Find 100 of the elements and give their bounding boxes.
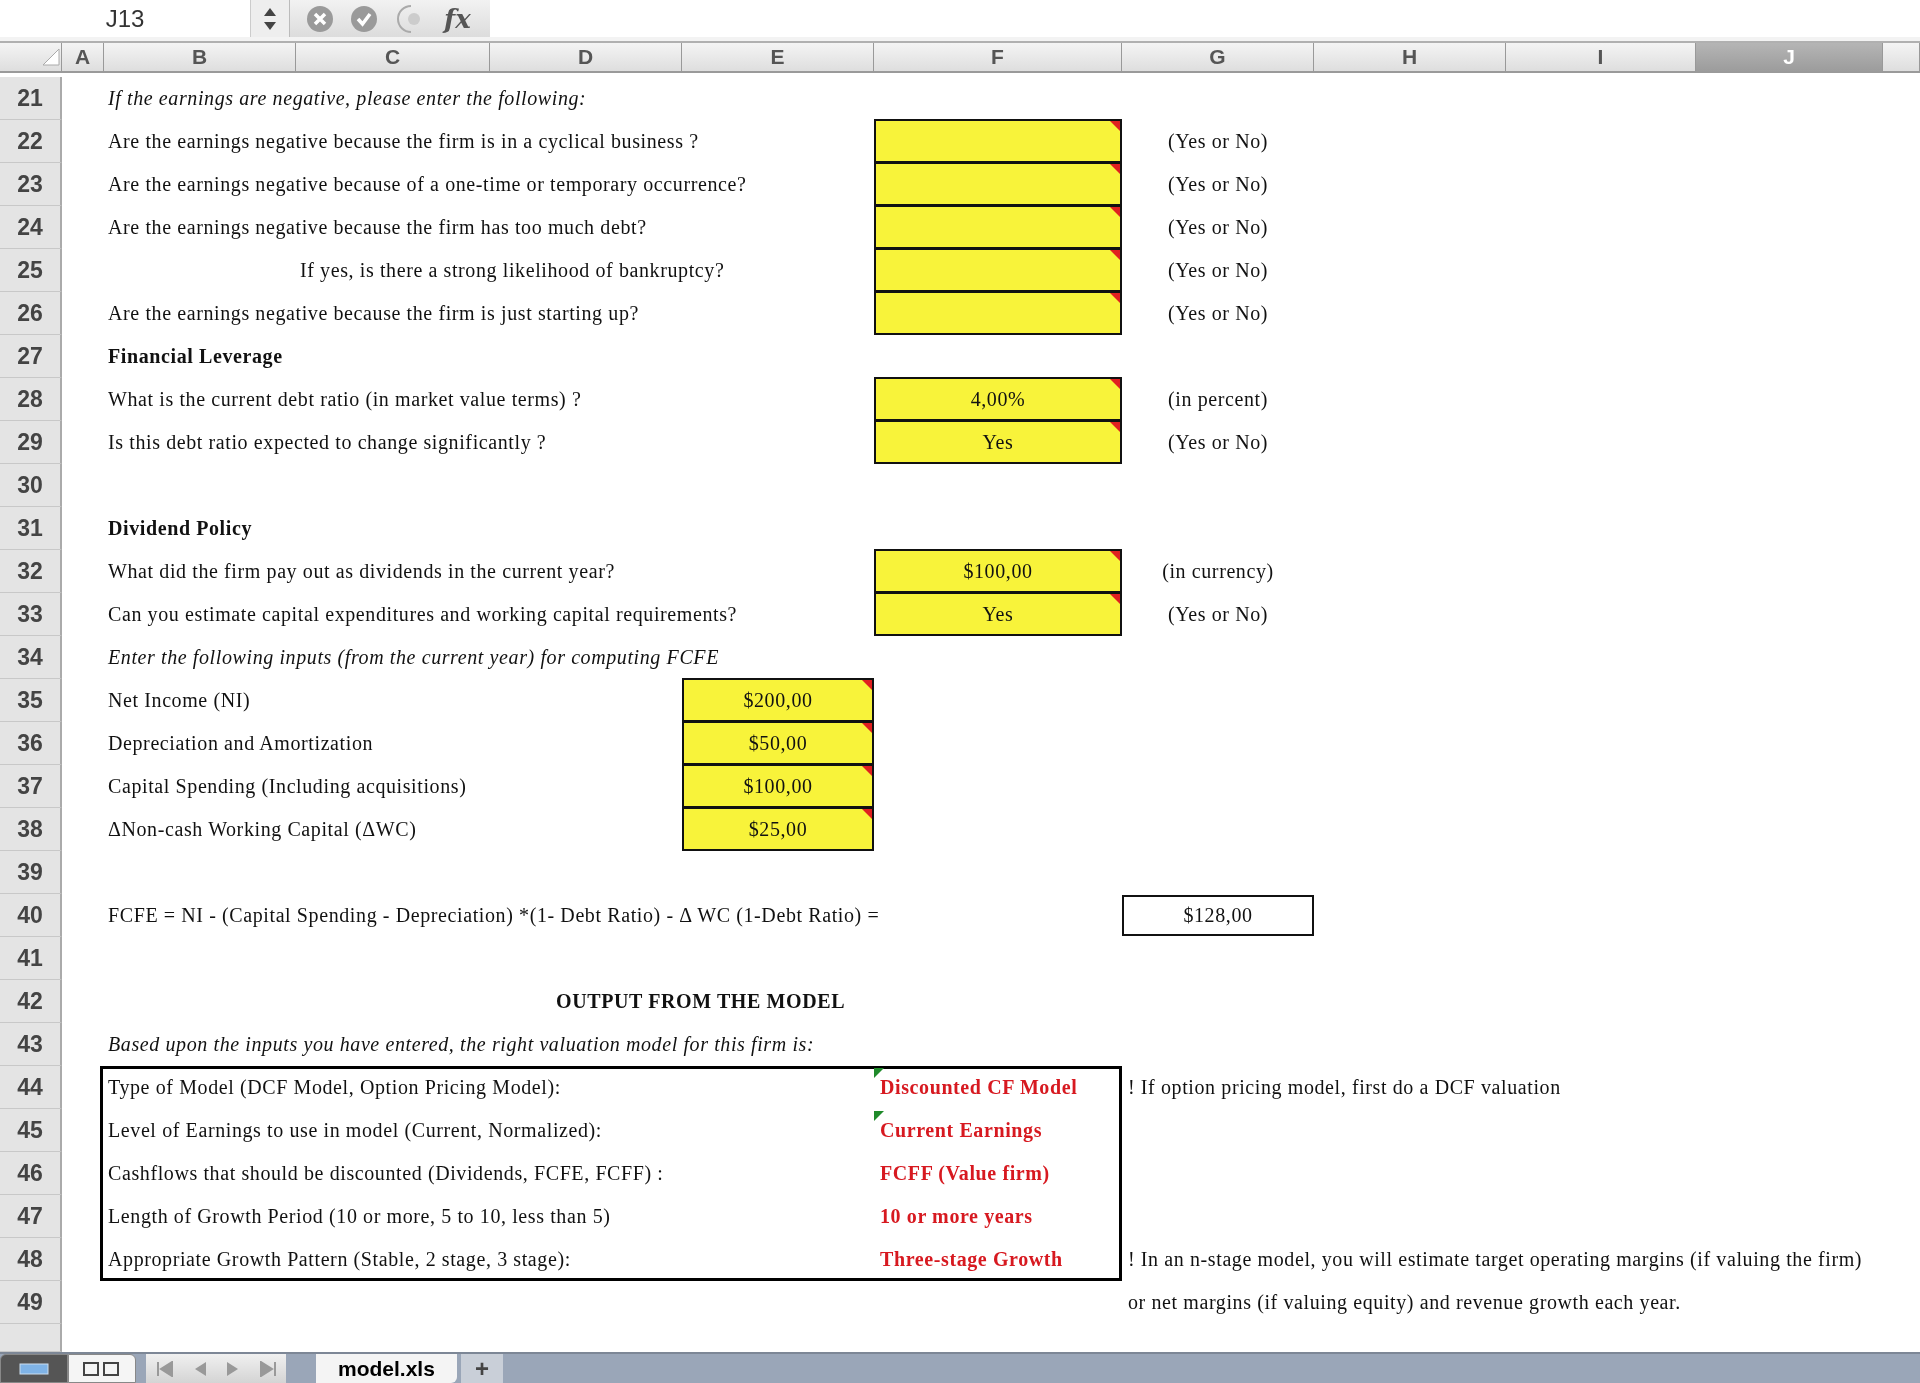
select-all-corner[interactable] [0, 43, 62, 73]
row-header[interactable] [0, 1324, 62, 1352]
page-layout-button[interactable] [68, 1354, 136, 1383]
input-cell[interactable]: $200,00 [682, 678, 874, 722]
column-header[interactable]: D [490, 43, 682, 73]
input-cell[interactable] [874, 291, 1122, 335]
normal-view-button[interactable] [0, 1354, 68, 1383]
note-text: ! In an n-stage model, you will estimate target operating margins (if valuing the firm) [1127, 1248, 1864, 1271]
first-sheet-icon[interactable] [155, 1360, 174, 1377]
cancel-icon[interactable] [306, 4, 334, 33]
cell-text: Are the earnings negative because the firm is in a cyclical business ? [107, 130, 700, 153]
cell-text: ΔNon-cash Working Capital (ΔWC) [107, 818, 418, 841]
row-header[interactable]: 30 [0, 464, 62, 507]
unit-label: (in currency) [1162, 560, 1274, 583]
cell-text: Level of Earnings to use in model (Current, Normalized): [107, 1119, 604, 1142]
row-header[interactable]: 35 [0, 679, 62, 722]
section-heading: Financial Leverage [107, 345, 284, 368]
cell-text: If the earnings are negative, please enter the following: [107, 87, 588, 110]
cell-text: Based upon the inputs you have entered, the right valuation model for this firm is: [107, 1033, 816, 1056]
input-cell[interactable]: $50,00 [682, 721, 874, 765]
column-header[interactable]: H [1314, 43, 1506, 73]
row-header[interactable]: 25 [0, 249, 62, 292]
row-header[interactable]: 39 [0, 851, 62, 894]
row-header[interactable]: 40 [0, 894, 62, 937]
unit-label: (Yes or No) [1167, 216, 1269, 239]
input-cell[interactable]: Yes [874, 592, 1122, 636]
column-header[interactable]: F [874, 43, 1122, 73]
unit-label: (in percent) [1168, 388, 1268, 411]
column-header[interactable]: I [1506, 43, 1696, 73]
input-cell[interactable] [874, 162, 1122, 206]
add-sheet-button[interactable]: + [460, 1354, 503, 1383]
pages-icon[interactable] [82, 1362, 122, 1377]
input-cell[interactable]: Yes [874, 420, 1122, 464]
column-header[interactable]: C [296, 43, 490, 73]
result-cell: $128,00 [1122, 895, 1314, 936]
column-header[interactable]: A [62, 43, 104, 73]
column-header[interactable] [1883, 43, 1920, 73]
row-header[interactable]: 36 [0, 722, 62, 765]
input-cell[interactable]: 4,00% [874, 377, 1122, 421]
row-header[interactable]: 34 [0, 636, 62, 679]
output-value: Current Earnings [879, 1119, 1044, 1142]
cell-text: Are the earnings negative because of a one-time or temporary occurrence? [107, 173, 748, 196]
cell-text: Appropriate Growth Pattern (Stable, 2 stage, 3 stage): [107, 1248, 572, 1271]
next-sheet-icon[interactable] [225, 1360, 240, 1377]
column-header[interactable]: B [104, 43, 296, 73]
check-icon[interactable] [350, 4, 378, 33]
row-header[interactable]: 46 [0, 1152, 62, 1195]
note-text: ! If option pricing model, first do a DCF valuation [1127, 1076, 1562, 1099]
row-header[interactable]: 45 [0, 1109, 62, 1152]
row-header[interactable]: 27 [0, 335, 62, 378]
input-cell[interactable] [874, 205, 1122, 249]
row-header[interactable]: 33 [0, 593, 62, 636]
row-header[interactable]: 37 [0, 765, 62, 808]
row-header[interactable]: 22 [0, 120, 62, 163]
corner-icon[interactable] [41, 47, 61, 67]
row-header[interactable]: 32 [0, 550, 62, 593]
section-heading: Dividend Policy [107, 517, 253, 540]
input-cell[interactable]: $100,00 [874, 549, 1122, 593]
name-box[interactable]: J13 [0, 0, 250, 37]
cell-text: What did the firm pay out as dividends in the current year? [107, 560, 616, 583]
row-header[interactable]: 47 [0, 1195, 62, 1238]
unit-label: (Yes or No) [1167, 173, 1269, 196]
row-header[interactable]: 24 [0, 206, 62, 249]
cell-text: Net Income (NI) [107, 689, 252, 712]
row-header[interactable]: 21 [0, 77, 62, 120]
column-header[interactable]: G [1122, 43, 1314, 73]
row-header[interactable]: 31 [0, 507, 62, 550]
row-header[interactable]: 42 [0, 980, 62, 1023]
output-value: Three-stage Growth [879, 1248, 1064, 1271]
row-header[interactable]: 48 [0, 1238, 62, 1281]
cell-text: Length of Growth Period (10 or more, 5 to 10, less than 5) [107, 1205, 612, 1228]
formula-field[interactable] [490, 0, 1920, 37]
input-cell[interactable] [874, 119, 1122, 163]
unit-label: (Yes or No) [1167, 603, 1269, 626]
row-header[interactable]: 44 [0, 1066, 62, 1109]
row-header[interactable]: 41 [0, 937, 62, 980]
cell-text: Are the earnings negative because the firm is just starting up? [107, 302, 640, 325]
input-cell[interactable]: $25,00 [682, 807, 874, 851]
row-header[interactable]: 26 [0, 292, 62, 335]
output-value: Discounted CF Model [879, 1076, 1079, 1099]
output-value: 10 or more years [879, 1205, 1034, 1228]
input-cell[interactable]: $100,00 [682, 764, 874, 808]
row-header[interactable]: 29 [0, 421, 62, 464]
section-title: OUTPUT FROM THE MODEL [555, 990, 847, 1013]
function-button[interactable]: fx [444, 3, 471, 34]
unit-label: (Yes or No) [1167, 130, 1269, 153]
grid-icon[interactable] [19, 1363, 49, 1376]
row-header[interactable]: 43 [0, 1023, 62, 1066]
row-header[interactable]: 28 [0, 378, 62, 421]
row-header[interactable]: 23 [0, 163, 62, 206]
sheet-tab[interactable]: model.xls [316, 1354, 457, 1383]
cell-text: Cashflows that should be discounted (Dividends, FCFE, FCFF) : [107, 1162, 665, 1185]
column-header[interactable]: E [682, 43, 874, 73]
row-header[interactable]: 38 [0, 808, 62, 851]
last-sheet-icon[interactable] [258, 1360, 277, 1377]
cell-text: Is this debt ratio expected to change significantly ? [107, 431, 548, 454]
cell-text: Type of Model (DCF Model, Option Pricing Model): [107, 1076, 562, 1099]
row-header[interactable]: 49 [0, 1281, 62, 1324]
cell-text: Can you estimate capital expenditures and working capital requirements? [107, 603, 739, 626]
input-cell[interactable] [874, 248, 1122, 292]
